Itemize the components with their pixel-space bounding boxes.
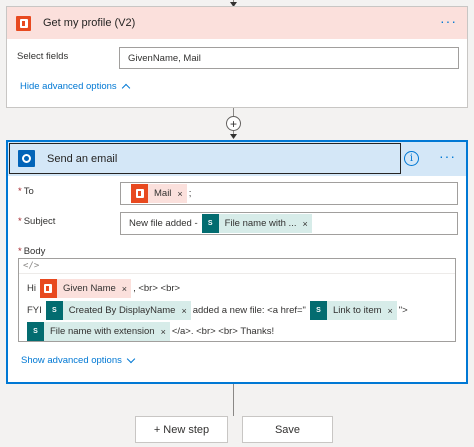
hide-advanced-options-label: Hide advanced options [20,81,117,92]
get-my-profile-header[interactable]: Get my profile (V2) ··· [7,7,467,39]
remove-token-icon[interactable]: × [181,306,186,316]
created-by-token[interactable]: S Created By DisplayName × [45,301,191,320]
more-options-icon[interactable]: ··· [439,149,456,163]
hide-advanced-options-link[interactable]: Hide advanced options [20,81,130,93]
send-email-card: Send an email i ··· * To Mail × ; * Subjec… [6,140,468,384]
show-advanced-options-link[interactable]: Show advanced options [21,354,136,366]
body-line-2: FYI S Created By DisplayName × added a n… [27,301,412,320]
sharepoint-icon: S [201,214,219,233]
sharepoint-icon: S [309,301,327,320]
get-my-profile-card: Get my profile (V2) ··· Select fields Gi… [6,6,468,108]
sharepoint-icon: S [27,322,44,341]
remove-token-icon[interactable]: × [177,189,182,199]
office365-icon [39,279,57,298]
to-suffix: ; [188,188,192,199]
file-name-extension-token[interactable]: S File name with extension × [27,322,170,341]
save-button[interactable]: Save [242,416,333,443]
remove-token-icon[interactable]: × [161,327,166,337]
file-name-token[interactable]: S File name with ... × [201,214,312,233]
subject-text: New file added - [129,218,198,229]
send-email-header[interactable]: Send an email i ··· [8,142,466,176]
office365-icon [16,15,31,31]
body-line-1: Hi Given Name × , <br> <br> [27,279,184,298]
new-step-button[interactable]: + New step [135,416,228,443]
show-advanced-options-label: Show advanced options [21,355,122,366]
select-fields-label: Select fields [17,51,69,62]
chevron-up-icon [121,83,130,93]
chevron-down-icon [126,354,136,364]
get-my-profile-title: Get my profile (V2) [43,17,136,29]
link-to-item-token[interactable]: S Link to item × [309,301,397,320]
more-options-icon[interactable]: ··· [440,14,457,28]
insert-step-plus-icon[interactable]: + [226,116,241,131]
sharepoint-icon: S [45,301,63,320]
subject-label: * Subject [18,216,56,227]
remove-token-icon[interactable]: × [302,219,307,229]
body-label: * Body [18,246,46,257]
remove-token-icon[interactable]: × [122,284,127,294]
send-email-title-box[interactable]: Send an email [9,143,401,174]
code-view-icon[interactable]: </> [23,261,39,271]
to-input[interactable]: Mail × ; [120,182,458,205]
office365-icon [131,184,148,203]
select-fields-input[interactable]: GivenName, Mail [119,47,459,69]
connector-line [233,384,234,416]
body-line-3: S File name with extension × </a>. <br> … [27,322,278,341]
arrow-down-icon [230,134,237,139]
subject-input[interactable]: New file added - S File name with ... × [120,212,458,235]
outlook-icon [18,150,35,167]
info-icon[interactable]: i [404,151,419,166]
remove-token-icon[interactable]: × [388,306,393,316]
given-name-token[interactable]: Given Name × [39,279,132,298]
send-email-title: Send an email [47,152,118,165]
connector-line [233,108,234,116]
to-label: * To [18,186,34,197]
select-fields-value: GivenName, Mail [128,52,201,64]
body-editor[interactable]: </> Hi Given Name × , <br> <br> FYI S Cr… [18,258,456,342]
mail-token[interactable]: Mail × [131,184,187,203]
